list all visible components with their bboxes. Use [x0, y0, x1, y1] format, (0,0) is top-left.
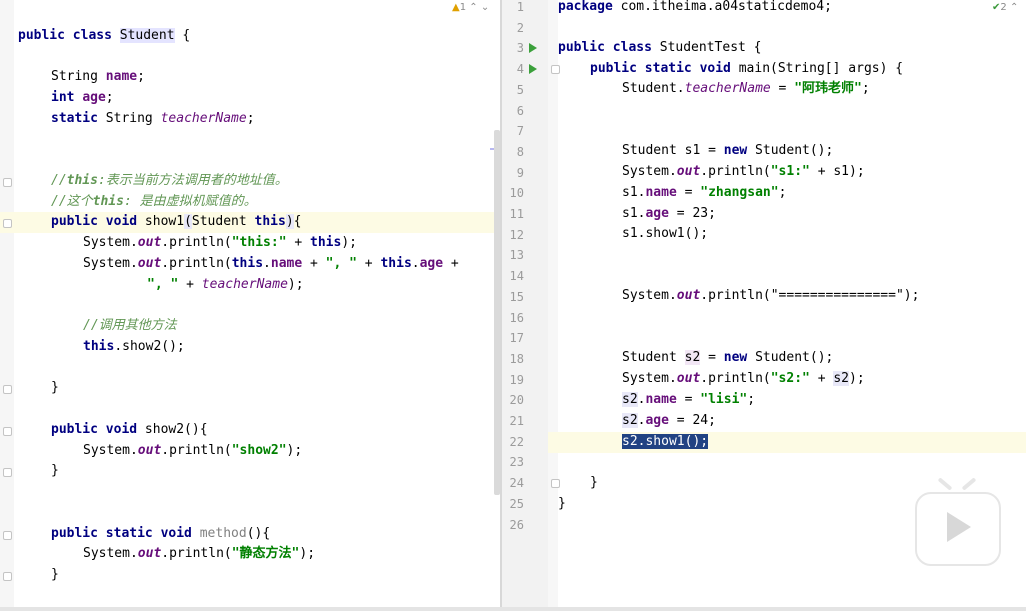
- code-line[interactable]: public class StudentTest {: [558, 38, 762, 59]
- run-gutter-icon[interactable]: [529, 43, 537, 53]
- code-line[interactable]: package com.itheima.a04staticdemo4;: [558, 0, 832, 18]
- code-line[interactable]: public void show2(){: [51, 420, 208, 441]
- inspection-widget[interactable]: ▲1 ⌃ ⌄: [452, 2, 489, 13]
- code-line[interactable]: s1.show1();: [622, 224, 708, 245]
- fold-icon[interactable]: [3, 427, 12, 436]
- code-line[interactable]: static String teacherName;: [51, 109, 255, 130]
- code-line[interactable]: public static void main(String[] args) {: [590, 59, 903, 80]
- code-line[interactable]: public class Student {: [18, 26, 190, 47]
- code-line[interactable]: System.out.println("静态方法");: [83, 544, 315, 565]
- line-number: 14: [509, 269, 524, 284]
- line-number: 16: [509, 310, 524, 325]
- line-number: 10: [509, 186, 524, 201]
- prev-highlight-icon[interactable]: ⌃: [469, 2, 477, 13]
- left-editor-pane[interactable]: ▲1 ⌃ ⌄ public class Student { String nam…: [0, 0, 500, 607]
- code-line[interactable]: }: [51, 378, 59, 399]
- line-number: 4: [516, 62, 524, 77]
- code-line[interactable]: s1.age = 23;: [622, 204, 716, 225]
- code-line[interactable]: System.out.println("show2");: [83, 441, 302, 462]
- line-number: 8: [516, 144, 524, 159]
- line-number: 13: [509, 248, 524, 263]
- line-number: 23: [509, 455, 524, 470]
- code-line[interactable]: ", " + teacherName);: [147, 275, 304, 296]
- code-line[interactable]: Student.teacherName = "阿玮老师";: [622, 79, 870, 100]
- line-number: 15: [509, 289, 524, 304]
- code-line[interactable]: }: [51, 461, 59, 482]
- line-number: 18: [509, 351, 524, 366]
- code-line[interactable]: }: [590, 473, 598, 494]
- code-line[interactable]: System.out.println("s1:" + s1);: [622, 162, 865, 183]
- warning-icon: ▲: [452, 2, 460, 13]
- line-number: 26: [509, 517, 524, 532]
- code-comment[interactable]: //调用其他方法: [83, 316, 177, 337]
- code-line[interactable]: Student s2 = new Student();: [622, 348, 833, 369]
- line-number: 19: [509, 372, 524, 387]
- line-number: 1: [516, 0, 524, 14]
- code-line[interactable]: System.out.println("s2:" + s2);: [622, 369, 865, 390]
- next-highlight-icon[interactable]: ⌄: [481, 2, 489, 13]
- code-comment[interactable]: //this:表示当前方法调用者的地址值。: [51, 171, 288, 192]
- fold-icon[interactable]: [3, 572, 12, 581]
- line-number: 25: [509, 496, 524, 511]
- line-number: 21: [509, 414, 524, 428]
- code-line[interactable]: public static void method(){: [51, 524, 270, 545]
- line-number: 20: [509, 393, 524, 408]
- code-line[interactable]: s2.name = "lisi";: [622, 390, 755, 411]
- code-line[interactable]: }: [558, 494, 566, 515]
- code-line[interactable]: s1.name = "zhangsan";: [622, 183, 786, 204]
- selected-code[interactable]: s2.show1();: [622, 432, 709, 453]
- fold-gutter: [548, 0, 558, 607]
- line-number: 6: [516, 103, 524, 118]
- line-number: 5: [516, 82, 524, 97]
- fold-icon[interactable]: [551, 65, 560, 74]
- line-number: 24: [509, 476, 524, 491]
- current-line-highlight: [548, 432, 1026, 453]
- play-video-icon[interactable]: [915, 477, 1001, 566]
- fold-icon[interactable]: [3, 219, 12, 228]
- code-line[interactable]: System.out.println(this.name + ", " + th…: [83, 254, 459, 275]
- code-line[interactable]: Student s1 = new Student();: [622, 141, 833, 162]
- fold-icon[interactable]: [3, 385, 12, 394]
- prev-highlight-icon[interactable]: ⌃: [1010, 2, 1018, 13]
- line-number: 9: [516, 165, 524, 180]
- fold-icon[interactable]: [551, 479, 560, 488]
- code-line[interactable]: System.out.println("this:" + this);: [83, 233, 357, 254]
- code-line[interactable]: public void show1(Student this){: [51, 212, 301, 233]
- line-number: 7: [516, 124, 524, 139]
- code-line[interactable]: int age;: [51, 88, 114, 109]
- fold-icon[interactable]: [3, 468, 12, 477]
- left-gutter: [0, 0, 14, 607]
- inspection-widget[interactable]: ✔2 ⌃: [992, 2, 1018, 13]
- code-line[interactable]: s2.age = 24;: [622, 411, 716, 432]
- code-line[interactable]: System.out.println("===============");: [622, 286, 919, 307]
- fold-icon[interactable]: [3, 531, 12, 540]
- line-number: 17: [509, 331, 524, 346]
- code-comment[interactable]: //这个this: 是由虚拟机赋值的。: [51, 192, 257, 213]
- line-number: 12: [509, 227, 524, 242]
- line-number: 11: [509, 207, 524, 221]
- run-gutter-icon[interactable]: [529, 64, 537, 74]
- line-number: 22: [509, 434, 524, 449]
- code-line[interactable]: }: [51, 565, 59, 586]
- code-line[interactable]: String name;: [51, 67, 145, 88]
- fold-icon[interactable]: [3, 178, 12, 187]
- line-number: 2: [516, 20, 524, 35]
- line-number: 3: [516, 41, 524, 56]
- code-line[interactable]: this.show2();: [83, 337, 185, 358]
- bottom-border: [0, 607, 1026, 611]
